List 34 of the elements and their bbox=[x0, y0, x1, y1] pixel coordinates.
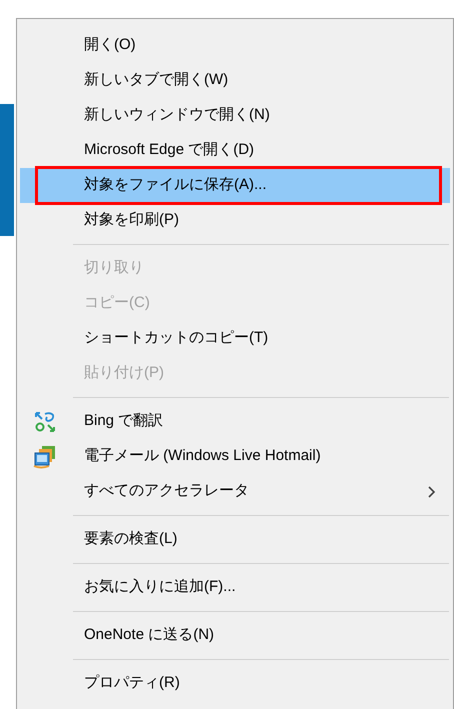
windows-stack-icon bbox=[33, 444, 57, 468]
menu-item-label: プロパティ(R) bbox=[84, 673, 180, 694]
translate-icon bbox=[34, 410, 56, 432]
menu-item[interactable]: 対象をファイルに保存(A)... bbox=[20, 168, 450, 203]
menu-item-label: Microsoft Edge で開く(D) bbox=[84, 140, 254, 160]
menu-item-label: 貼り付け(P) bbox=[84, 363, 164, 384]
menu-item-label: 電子メール (Windows Live Hotmail) bbox=[84, 446, 321, 466]
menu-item[interactable]: プロパティ(R) bbox=[20, 666, 450, 701]
menu-item[interactable]: Microsoft Edge で開く(D) bbox=[20, 133, 450, 168]
menu-item-label: 切り取り bbox=[84, 258, 144, 278]
menu-item-label: 新しいタブで開く(W) bbox=[84, 70, 228, 90]
menu-item[interactable]: 対象を印刷(P) bbox=[20, 203, 450, 238]
menu-item-label: Bing で翻訳 bbox=[84, 411, 164, 432]
menu-item-label: コピー(C) bbox=[84, 293, 150, 314]
menu-item[interactable]: お気に入りに追加(F)... bbox=[20, 570, 450, 605]
menu-item-label: 対象をファイルに保存(A)... bbox=[84, 175, 266, 196]
menu-item[interactable]: Bing で翻訳 bbox=[20, 404, 450, 439]
menu-item-label: 対象を印刷(P) bbox=[84, 210, 179, 230]
menu-item[interactable]: 電子メール (Windows Live Hotmail) bbox=[20, 439, 450, 474]
menu-item[interactable]: 新しいタブで開く(W) bbox=[20, 63, 450, 98]
menu-item[interactable]: OneNote に送る(N) bbox=[20, 618, 450, 653]
menu-item[interactable]: 新しいウィンドウで開く(N) bbox=[20, 98, 450, 133]
menu-item-label: すべてのアクセラレータ bbox=[84, 481, 249, 502]
menu-item-label: 新しいウィンドウで開く(N) bbox=[84, 105, 270, 126]
menu-item-label: お気に入りに追加(F)... bbox=[84, 577, 236, 598]
menu-item[interactable]: すべてのアクセラレータ bbox=[20, 474, 450, 509]
menu-item-label: 要素の検査(L) bbox=[84, 529, 178, 550]
menu-item-label: 開く(O) bbox=[84, 35, 136, 56]
menu-item-label: ショートカットのコピー(T) bbox=[84, 328, 268, 348]
chevron-right-icon bbox=[428, 486, 436, 498]
menu-item[interactable]: 要素の検査(L) bbox=[20, 522, 450, 557]
menu-item-label: OneNote に送る(N) bbox=[84, 625, 214, 646]
menu-item[interactable]: ショートカットのコピー(T) bbox=[20, 321, 450, 356]
menu-item[interactable]: 開く(O) bbox=[20, 28, 450, 63]
